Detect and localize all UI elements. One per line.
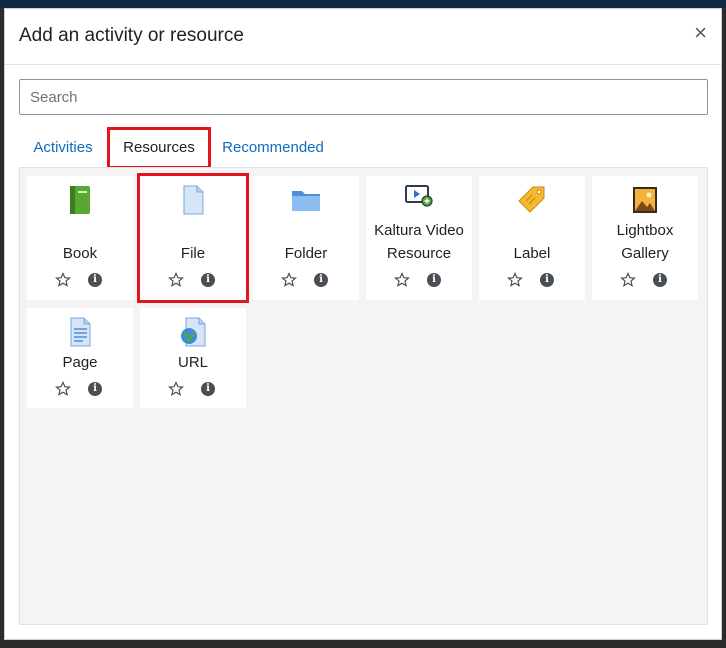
kaltura-video-icon: [405, 185, 433, 207]
close-button[interactable]: ×: [694, 22, 707, 44]
resource-label: Book: [62, 245, 98, 262]
star-outline-icon[interactable]: [55, 272, 71, 288]
resource-label: File: [180, 245, 206, 262]
page-icon: [70, 317, 91, 347]
resource-card-folder[interactable]: Folder i: [253, 176, 359, 300]
card-actions: i: [27, 381, 133, 397]
info-icon[interactable]: i: [88, 273, 102, 287]
card-actions: i: [592, 272, 698, 288]
card-actions: i: [140, 381, 246, 397]
card-actions: i: [366, 272, 472, 288]
tab-activities[interactable]: Activities: [20, 127, 106, 169]
card-actions: i: [27, 272, 133, 288]
resource-card-file[interactable]: File i: [137, 173, 249, 303]
star-outline-icon[interactable]: [168, 381, 184, 397]
star-outline-icon[interactable]: [394, 272, 410, 288]
gallery-icon: [633, 187, 657, 213]
card-actions: i: [140, 272, 246, 288]
tab-resources[interactable]: Resources: [107, 127, 211, 169]
search-input[interactable]: [19, 79, 708, 115]
info-icon[interactable]: i: [427, 273, 441, 287]
resource-card-label[interactable]: Label i: [479, 176, 585, 300]
info-icon[interactable]: i: [314, 273, 328, 287]
url-icon: [181, 317, 206, 347]
star-outline-icon[interactable]: [507, 272, 523, 288]
info-icon[interactable]: i: [653, 273, 667, 287]
label-tag-icon: [518, 186, 545, 213]
card-actions: i: [253, 272, 359, 288]
star-outline-icon[interactable]: [168, 272, 184, 288]
add-activity-dialog: Add an activity or resource × Activities…: [4, 8, 722, 640]
book-icon: [70, 186, 90, 214]
resource-card-book[interactable]: Book i: [27, 176, 133, 300]
page-top-bar: [0, 0, 726, 8]
resource-label: Folder: [284, 245, 328, 262]
tab-recommended[interactable]: Recommended: [213, 127, 333, 169]
dialog-header: Add an activity or resource ×: [5, 9, 721, 65]
card-actions: i: [479, 272, 585, 288]
resource-label: Kaltura Video Resource: [374, 222, 464, 262]
folder-icon: [292, 191, 320, 211]
resource-label: Page: [62, 354, 98, 371]
info-icon[interactable]: i: [201, 382, 215, 396]
search-container: [19, 79, 708, 115]
resource-card-kaltura-video[interactable]: Kaltura Video Resource i: [366, 176, 472, 300]
info-icon[interactable]: i: [540, 273, 554, 287]
info-icon[interactable]: i: [88, 382, 102, 396]
resource-card-page[interactable]: Page i: [27, 308, 133, 408]
resource-card-url[interactable]: URL i: [140, 308, 246, 408]
star-outline-icon[interactable]: [620, 272, 636, 288]
resource-card-lightbox-gallery[interactable]: Lightbox Gallery i: [592, 176, 698, 300]
resource-label: Lightbox Gallery: [616, 222, 674, 262]
tab-bar: Activities Resources Recommended: [19, 127, 708, 169]
resource-label: URL: [177, 354, 208, 371]
file-icon: [183, 185, 204, 215]
info-icon[interactable]: i: [201, 273, 215, 287]
star-outline-icon[interactable]: [281, 272, 297, 288]
star-outline-icon[interactable]: [55, 381, 71, 397]
resource-label: Label: [513, 245, 551, 262]
dialog-title: Add an activity or resource: [19, 25, 244, 46]
resources-panel: Book i File i Folder i Kaltura Video Res…: [19, 167, 708, 625]
